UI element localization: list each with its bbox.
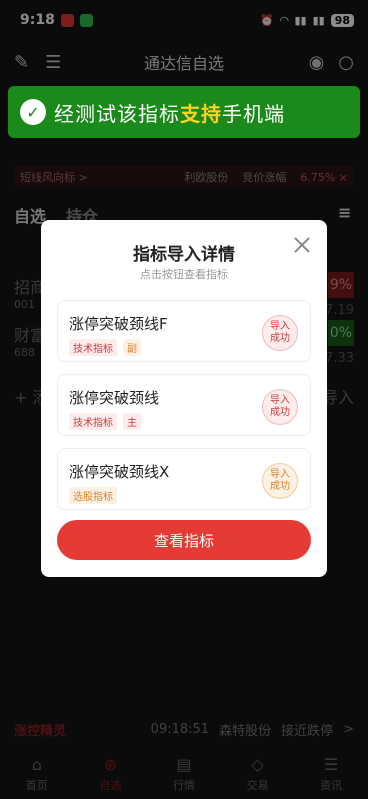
indicator-card[interactable]: 涨停突破颈线 技术指标 主 导入 成功 [57,374,311,436]
support-toast: ✓ 经测试该指标支持手机端 [8,86,360,138]
import-detail-dialog: 指标导入详情 点击按钮查看指标 涨停突破颈线F 技术指标 副 导入 成功 涨停突… [41,220,327,577]
dialog-title: 指标导入详情 [133,245,235,265]
import-success-stamp: 导入 成功 [262,463,298,499]
indicator-card[interactable]: 涨停突破颈线X 选股指标 导入 成功 [57,448,311,510]
indicator-type-tag: 技术指标 [69,339,117,356]
dialog-subtitle: 点击按钮查看指标 [140,268,228,281]
indicator-name: 涨停突破颈线 [69,389,160,407]
indicator-card[interactable]: 涨停突破颈线F 技术指标 副 导入 成功 [57,300,311,362]
indicator-name: 涨停突破颈线X [69,463,170,481]
indicator-name: 涨停突破颈线F [69,315,168,333]
view-indicator-button[interactable]: 查看指标 [57,520,311,560]
indicator-type-tag: 选股指标 [69,487,117,504]
check-icon: ✓ [20,99,46,125]
indicator-position-tag: 主 [123,413,141,430]
close-icon[interactable] [291,234,313,256]
import-success-stamp: 导入 成功 [262,315,298,351]
indicator-position-tag: 副 [123,339,141,356]
toast-text: 经测试该指标支持手机端 [54,101,285,126]
import-success-stamp: 导入 成功 [262,389,298,425]
indicator-type-tag: 技术指标 [69,413,117,430]
